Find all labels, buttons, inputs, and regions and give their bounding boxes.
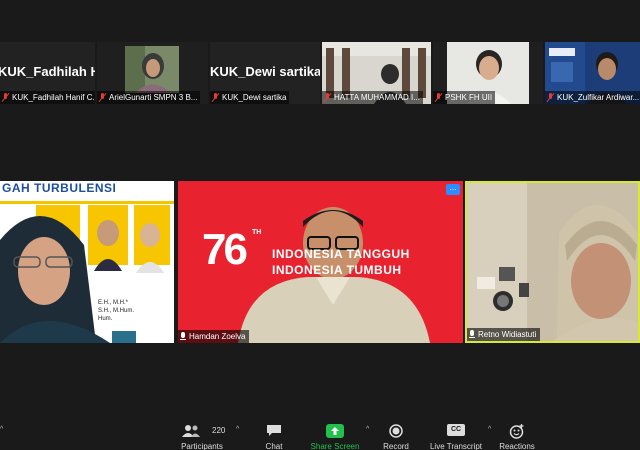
share-screen-button[interactable]: Share Screen [306, 410, 364, 450]
live-transcript-button[interactable]: CC Live Transcript [426, 410, 486, 450]
reactions-button[interactable]: Reactions [496, 410, 538, 450]
participant-tile[interactable]: 76 TH INDONESIA TANGGUH INDONESIA TUMBUH… [178, 181, 463, 343]
participant-caption: Hamdan Zoelva [178, 330, 250, 343]
participants-count: 220 [212, 426, 226, 435]
slide-line: Hum. [98, 316, 113, 322]
participant-strip: KUK_Fadhilah H... KUK_Fadhilah Hanif C..… [0, 42, 640, 104]
participant-thumb[interactable]: ArielGunarti SMPN 3 B... [97, 42, 208, 104]
record-button[interactable]: Record [376, 410, 416, 450]
participant-name: Hamdan Zoelva [189, 332, 246, 341]
participant-name: KUK_Zulfikar Ardiwar... [557, 93, 640, 102]
chevron-up-icon[interactable]: ^ [488, 426, 491, 433]
participant-big-name: KUK_Fadhilah H... [0, 64, 95, 79]
participant-name: KUK_Fadhilah Hanif C... [12, 93, 95, 102]
mic-icon [180, 332, 186, 341]
participant-tile[interactable]: GAH TURBULENSI E.H., M.H.* S.H., M.Hum. … [0, 181, 174, 343]
slide-line: S.H., M.Hum. [98, 308, 135, 314]
participants-icon [182, 425, 200, 437]
mic-muted-icon [99, 93, 106, 102]
participant-video [467, 183, 638, 341]
zoom-meeting-window: KUK_Fadhilah H... KUK_Fadhilah Hanif C..… [0, 0, 640, 450]
mic-muted-icon [435, 93, 442, 102]
participant-caption: KUK_Dewi sartika [210, 91, 290, 104]
participant-name: KUK_Dewi sartika [222, 93, 287, 102]
participants-button[interactable]: 220 Participants [172, 410, 232, 450]
chevron-up-icon[interactable]: ^ [236, 426, 239, 433]
record-icon [389, 424, 403, 438]
chat-label: Chat [265, 442, 283, 450]
more-options-button[interactable]: ... [446, 184, 460, 195]
reactions-icon [509, 424, 524, 439]
mic-muted-icon [324, 93, 331, 102]
participants-label: Participants [181, 442, 223, 450]
participant-caption: KUK_Fadhilah Hanif C... [0, 91, 95, 104]
participant-caption: KUK_Zulfikar Ardiwar... [545, 91, 640, 104]
participant-thumb[interactable]: KUK_Dewi sartika KUK_Dewi sartika [210, 42, 320, 104]
participant-caption: ArielGunarti SMPN 3 B... [97, 91, 201, 104]
meeting-toolbar: ^ 220 Participants ^ Chat Share Screen ^… [0, 410, 640, 450]
participant-thumb[interactable]: KUK_Fadhilah H... KUK_Fadhilah Hanif C..… [0, 42, 95, 104]
participant-caption: PSHK FH UII [433, 91, 496, 104]
anniversary-number: 76 [202, 225, 248, 274]
participant-big-name: KUK_Dewi sartika [210, 64, 320, 79]
anniversary-th: TH [252, 229, 262, 236]
share-screen-label: Share Screen [310, 442, 360, 450]
chat-button[interactable]: Chat [254, 410, 294, 450]
participant-tile-active-speaker[interactable]: Retno Widiastuti [465, 181, 640, 343]
participant-name: PSHK FH UII [445, 93, 493, 102]
slogan-line-2: INDONESIA TUMBUH [272, 263, 402, 277]
cc-icon: CC [447, 424, 465, 436]
mic-icon [469, 330, 475, 339]
chevron-up-icon[interactable]: ^ [0, 426, 3, 433]
share-screen-icon [326, 424, 344, 438]
slide-line: E.H., M.H.* [98, 300, 129, 306]
chat-icon [267, 425, 281, 436]
participant-video [0, 181, 174, 343]
chevron-up-icon[interactable]: ^ [366, 426, 369, 433]
participant-thumb[interactable]: KUK_Zulfikar Ardiwar... [545, 42, 640, 104]
participant-thumb[interactable]: HATTA MUHAMMAD I... [322, 42, 431, 104]
mic-muted-icon [2, 93, 9, 102]
slide-credentials: E.H., M.H.* S.H., M.Hum. Hum. [98, 299, 134, 323]
reactions-label: Reactions [499, 442, 535, 450]
slogan-line-1: INDONESIA TANGGUH [272, 247, 410, 261]
mic-muted-icon [212, 93, 219, 102]
mic-muted-icon [547, 93, 554, 102]
participant-thumb[interactable]: PSHK FH UII [433, 42, 543, 104]
live-transcript-label: Live Transcript [429, 442, 483, 450]
participant-name: HATTA MUHAMMAD I... [334, 93, 420, 102]
slide-banner: GAH TURBULENSI [2, 181, 117, 195]
participant-caption: HATTA MUHAMMAD I... [322, 91, 423, 104]
participant-caption: Retno Widiastuti [467, 328, 541, 341]
participant-name: Retno Widiastuti [478, 330, 537, 339]
record-label: Record [383, 442, 409, 450]
participant-name: ArielGunarti SMPN 3 B... [109, 93, 198, 102]
